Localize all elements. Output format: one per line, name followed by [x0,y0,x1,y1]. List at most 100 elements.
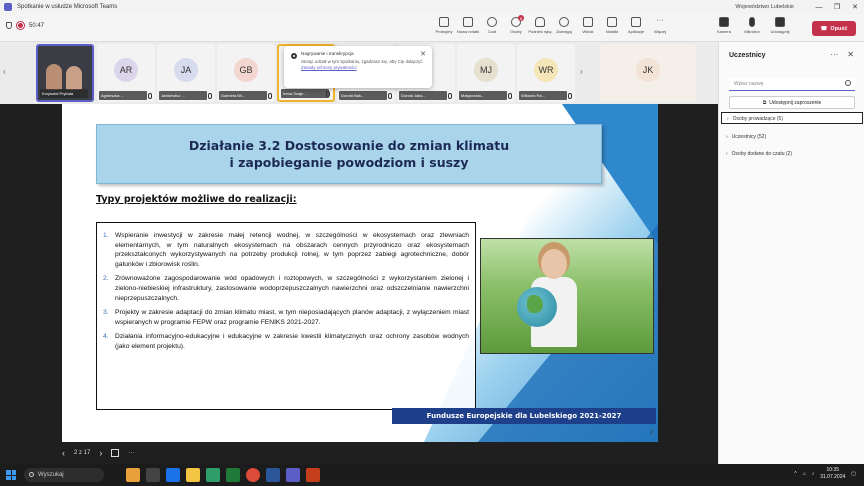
more-icon: ··· [656,17,664,24]
toolbar-new-note-button[interactable]: Nowa notatk [456,17,480,34]
excel-icon[interactable] [226,468,240,482]
search-icon [29,472,34,477]
recording-icon [17,22,24,29]
close-icon[interactable]: ✕ [420,50,426,58]
mic-muted-icon [568,93,572,99]
list-item: 1. Wspieranie inwestycji w zakresie małej… [103,232,469,268]
maximize-button[interactable]: ❐ [828,0,846,14]
toolbar-present-button[interactable]: Próbujmy [432,17,456,34]
toolbar-raise-hand-button[interactable]: Podnieś rękę [528,17,552,34]
presentation-slide: Działanie 3.2 Dostosowanie do zmian klim… [62,104,658,442]
teams-icon [4,3,12,11]
toolbar-people-button[interactable]: 8 Osoby [504,15,528,34]
edge-icon[interactable] [206,468,220,482]
section-attendees[interactable]: › Uczestnicy (52) [721,131,863,143]
volume-icon[interactable]: ♪ [812,471,815,477]
toolbar-apps-button[interactable]: Aplikacje [624,17,648,34]
shield-icon [6,22,12,29]
participant-search-input[interactable]: Wpisz nazwę [729,78,855,91]
chevron-right-icon: › [726,134,728,140]
participant-name: Gabriela Bil... [219,91,267,100]
next-slide-button[interactable]: › [99,448,102,458]
globe-icon [517,287,557,327]
powerpoint-icon[interactable] [306,468,320,482]
network-icon[interactable]: ⌂ [803,471,806,477]
camera-toggle-button[interactable]: Kamera [710,17,738,34]
toolbar-notes-button[interactable]: Notatki [600,17,624,34]
privacy-policy-link[interactable]: Zasady ochrony prywatności [301,65,357,70]
share-screen-button[interactable]: Udostępnij [766,17,794,34]
hand-icon [535,17,545,27]
chat-icon [487,17,497,27]
list-item: 4. Działania informacyjno-edukacyjne i ed… [103,333,469,350]
leave-meeting-button[interactable]: ☎ Opuść [812,21,856,36]
participant-tile[interactable]: AR Agnieszka ... [97,44,155,102]
people-icon: 8 [511,15,524,27]
chevron-up-icon[interactable]: ^ [794,471,796,477]
windows-start-icon[interactable] [6,470,16,480]
widgets-icon[interactable] [126,468,140,482]
taskbar-clock[interactable]: 10:35 31.07.2024 [820,467,845,481]
slide-title-box: Działanie 3.2 Dostosowanie do zmian klim… [96,124,602,184]
chevron-left-icon[interactable]: ‹ [3,67,6,76]
mic-muted-icon [508,93,512,99]
avatar: JA [174,58,198,82]
slide-title-line-2: i zapobieganie powodziom i suszy [229,155,469,170]
participant-tile[interactable]: JK [600,44,696,102]
windows-taskbar: Wyszukaj ^ ⌂ ♪ 10:35 31.07.2024 ▢ [0,464,864,486]
close-icon[interactable]: ✕ [847,50,854,59]
participant-tile[interactable]: MJ Małgorzata... [457,44,515,102]
participant-video [46,64,62,90]
screen-icon [439,17,449,27]
chrome-icon[interactable] [246,468,260,482]
mic-muted-icon [326,91,330,97]
phone-icon: ☎ [820,25,828,32]
minimize-button[interactable]: — [810,0,828,14]
participant-tile[interactable]: GB Gabriela Bil... [217,44,275,102]
chevron-right-icon: › [726,151,728,157]
toolbar-view-button[interactable]: Widok [576,17,600,34]
chevron-right-icon[interactable]: › [580,67,583,76]
recording-icon [291,53,297,59]
mic-muted-icon [388,93,392,99]
participant-tile[interactable]: JA Jankiewicz ... [157,44,215,102]
meeting-toolbar: 50:47 Próbujmy Nowa notatk Czat 8 Osoby P… [0,14,864,42]
close-window-button[interactable]: ✕ [846,0,864,14]
file-explorer-icon[interactable] [186,468,200,482]
camera-icon [719,17,729,27]
share-icon [775,17,785,27]
slide-footer: Fundusze Europejskie dla Lubelskiego 202… [392,408,656,424]
participant-tile[interactable]: Krzysztof Prybuła [36,44,94,102]
taskbar-search[interactable]: Wyszukaj [24,468,104,482]
slide-page-number: 2 [650,430,653,436]
microphone-toggle-button[interactable]: Mikrofon [738,17,766,34]
participant-name: Agnieszka ... [99,91,147,100]
apps-icon [631,17,641,27]
participant-video [66,66,82,90]
outlook-icon[interactable] [166,468,180,482]
toolbar-react-button[interactable]: Zareaguj [552,17,576,34]
share-icon: ⧉ [762,99,767,106]
mic-muted-icon [148,93,152,99]
slide-subheading: Typy projektów możliwe do realizacji: [96,194,297,205]
grid-view-icon[interactable] [111,449,120,457]
toolbar-chat-button[interactable]: Czat [480,17,504,34]
participant-tile[interactable]: WR Wiktoria Ra... [517,44,575,102]
teams-icon[interactable] [286,468,300,482]
task-view-icon[interactable] [146,468,160,482]
section-chat-members[interactable]: › Osoby dodane do czatu (2) [721,148,863,160]
word-icon[interactable] [266,468,280,482]
more-icon[interactable]: ··· [830,50,838,59]
toolbar-more-button[interactable]: ··· Więcej [648,17,672,34]
participant-name: Wiktoria Ra... [519,91,567,100]
avatar: WR [534,58,558,82]
avatar: JK [636,58,660,82]
section-presenters[interactable]: › Osoby prowadzące (5) [721,112,863,124]
more-options-button[interactable]: ··· [128,450,134,456]
participant-name: Irena Szajn... [281,89,329,98]
share-invite-button[interactable]: ⧉ Udostępnij zaproszenie [729,96,855,109]
prev-slide-button[interactable]: ‹ [62,448,65,458]
avatar: MJ [474,58,498,82]
mic-muted-icon [448,93,452,99]
notifications-icon[interactable]: ▢ [851,471,856,477]
